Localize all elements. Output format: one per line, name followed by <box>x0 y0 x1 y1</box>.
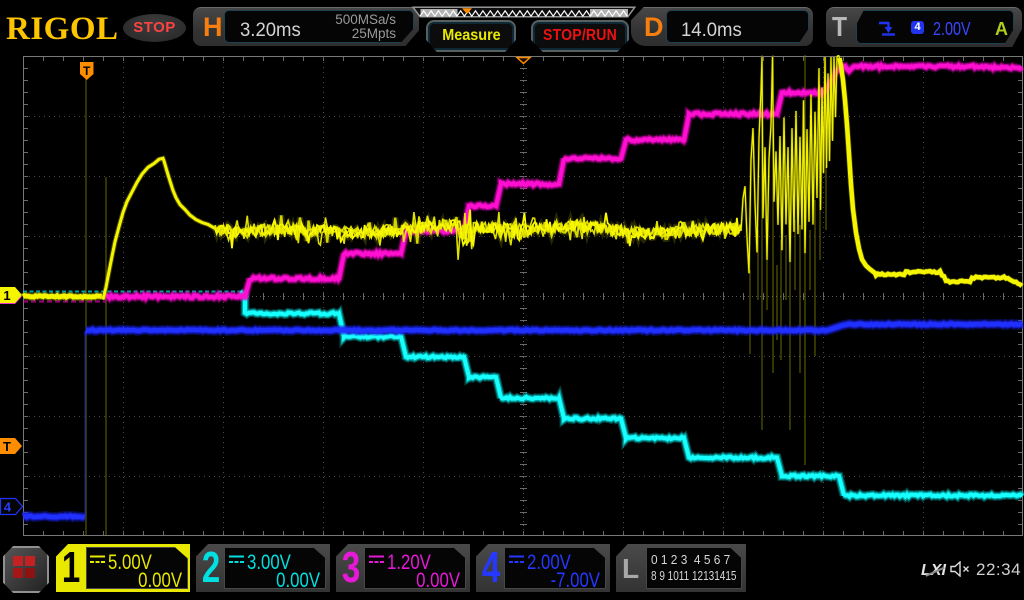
svg-text:1: 1 <box>3 288 10 303</box>
svg-text:T: T <box>83 64 91 78</box>
svg-text:T: T <box>3 439 11 454</box>
svg-text:4: 4 <box>4 500 12 515</box>
